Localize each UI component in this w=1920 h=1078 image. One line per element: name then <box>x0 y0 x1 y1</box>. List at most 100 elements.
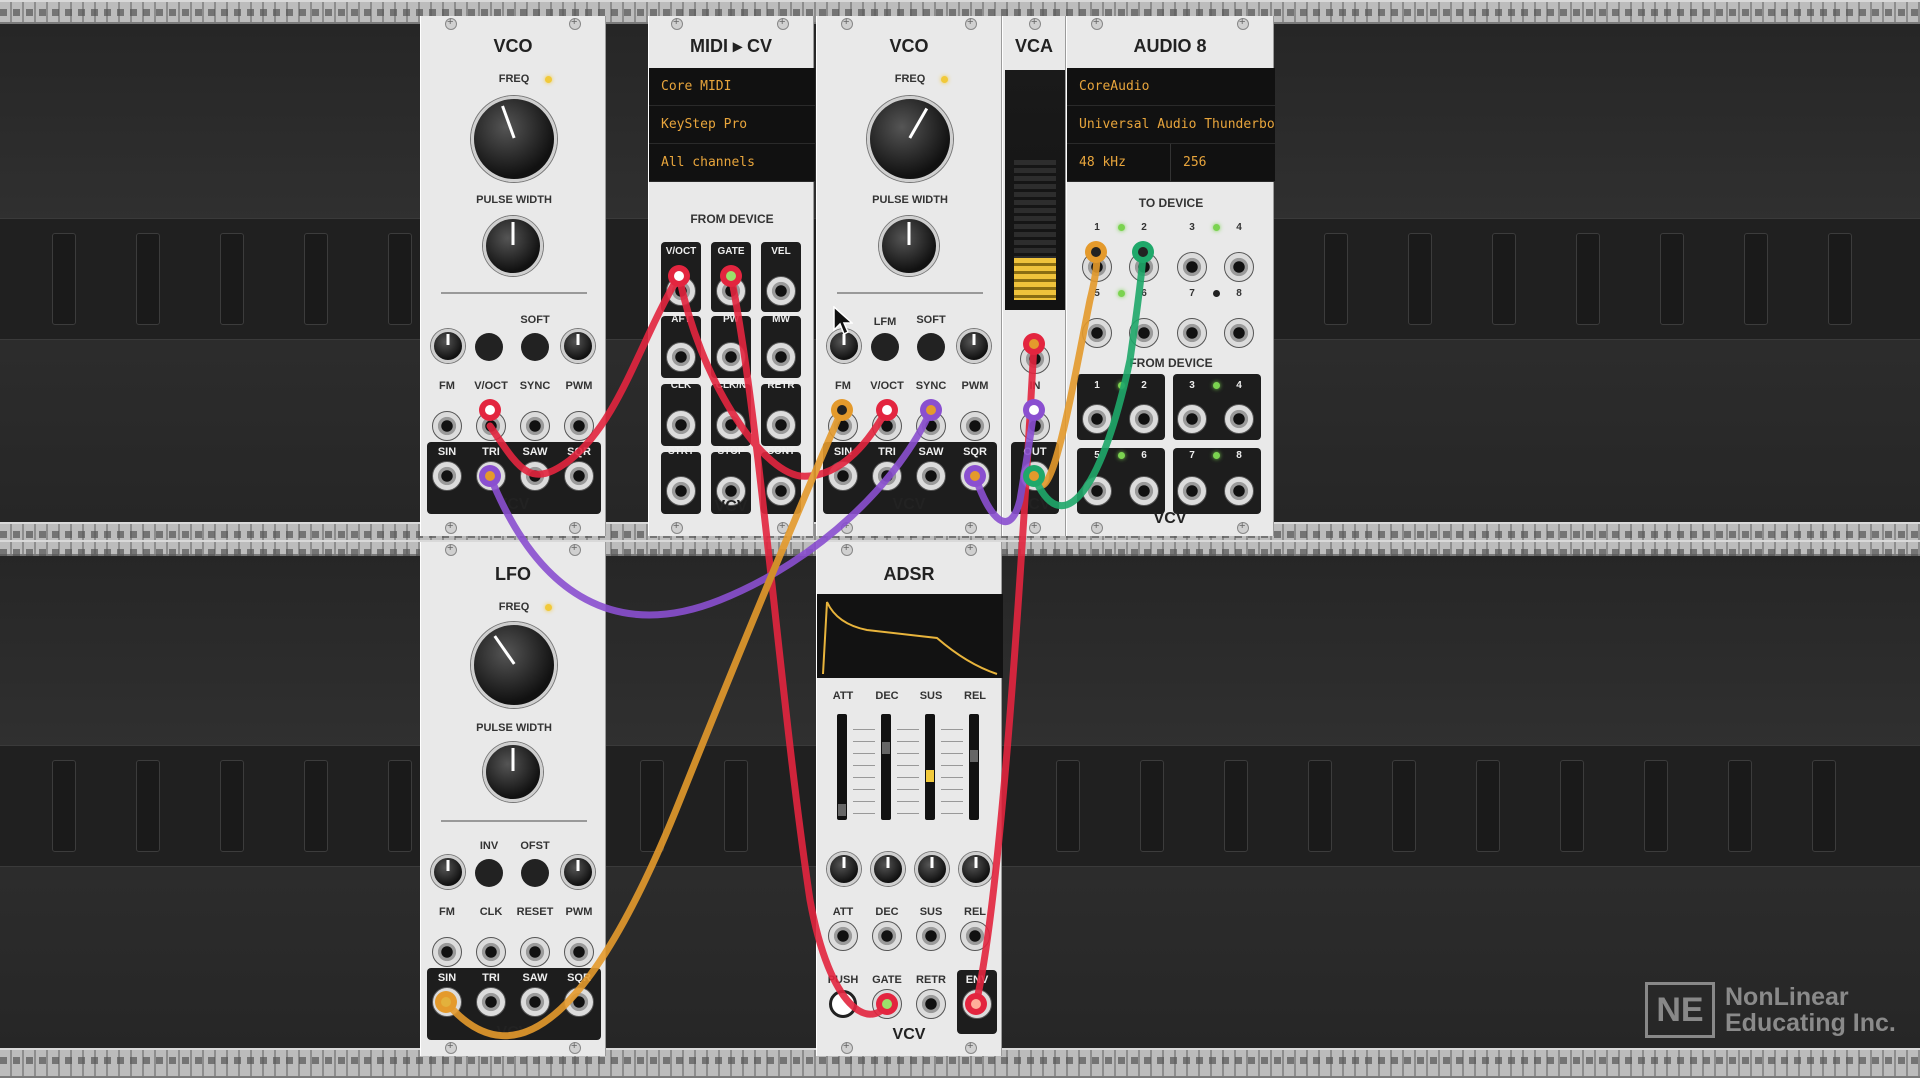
voct-input-jack[interactable] <box>872 411 902 441</box>
vel-output-jack[interactable] <box>766 276 796 306</box>
module-title: VCO <box>493 36 533 56</box>
input-label-sync: SYNC <box>915 380 947 392</box>
pulse-width-knob[interactable] <box>879 216 939 276</box>
vco-module-2[interactable]: VCO FREQ PULSE WIDTH LFM SOFT FM V/OCT S… <box>816 16 1002 536</box>
vca-module[interactable]: VCA IN OUT VCV <box>1002 16 1066 536</box>
audio-driver-select[interactable]: CoreAudio <box>1067 68 1275 106</box>
sync-input-jack[interactable] <box>520 411 550 441</box>
midi-device-select[interactable]: KeyStep Pro <box>649 106 815 144</box>
clk-output-jack[interactable] <box>666 410 696 440</box>
pwm-input-jack[interactable] <box>564 937 594 967</box>
block-size-select[interactable]: 256 <box>1171 144 1275 182</box>
aft-output-jack[interactable] <box>666 342 696 372</box>
fm-input-jack[interactable] <box>432 411 462 441</box>
to-device-jack-7[interactable] <box>1177 318 1207 348</box>
midi-cv-module[interactable]: MIDI ▸ CV Core MIDI KeyStep Pro All chan… <box>648 16 815 536</box>
saw-output-jack[interactable] <box>520 987 550 1017</box>
freq-knob[interactable] <box>471 622 557 708</box>
from-device-jack-8[interactable] <box>1224 476 1254 506</box>
freq-label: FREQ <box>498 601 530 613</box>
from-device-jack-7[interactable] <box>1177 476 1207 506</box>
rel-cv-knob[interactable] <box>959 852 993 886</box>
to-device-jack-2[interactable] <box>1129 252 1159 282</box>
to-device-jack-3[interactable] <box>1177 252 1207 282</box>
sqr-output-jack[interactable] <box>960 461 990 491</box>
sus-cv-jack[interactable] <box>916 921 946 951</box>
dec-cv-knob[interactable] <box>871 852 905 886</box>
clkn-output-jack[interactable] <box>716 410 746 440</box>
pwm-attenuator-knob[interactable] <box>561 329 595 363</box>
voct-output-jack[interactable] <box>666 276 696 306</box>
sqr-output-jack[interactable] <box>564 461 594 491</box>
fm-attenuator-knob[interactable] <box>431 855 465 889</box>
to-device-jack-6[interactable] <box>1129 318 1159 348</box>
att-cv-jack[interactable] <box>828 921 858 951</box>
vca-input-jack[interactable] <box>1020 411 1050 441</box>
freq-knob[interactable] <box>867 96 953 182</box>
saw-output-jack[interactable] <box>520 461 550 491</box>
output-label-sin: SIN <box>437 972 457 984</box>
fm-input-jack[interactable] <box>828 411 858 441</box>
from-device-jack-6[interactable] <box>1129 476 1159 506</box>
to-device-jack-1[interactable] <box>1082 252 1112 282</box>
tri-output-jack[interactable] <box>476 987 506 1017</box>
adsr-module[interactable]: ADSR ATT DEC SUS REL ATT DEC SUS REL PUS… <box>816 542 1003 1056</box>
from-device-jack-5[interactable] <box>1082 476 1112 506</box>
lfo-module[interactable]: LFO FREQ PULSE WIDTH INV OFST FM CLK RES… <box>420 542 606 1056</box>
reset-input-jack[interactable] <box>520 937 550 967</box>
audio-8-module[interactable]: AUDIO 8 CoreAudio Universal Audio Thunde… <box>1066 16 1275 536</box>
tri-output-jack[interactable] <box>476 461 506 491</box>
attack-slider[interactable] <box>837 714 847 820</box>
sin-output-jack[interactable] <box>432 461 462 491</box>
from-device-jack-3[interactable] <box>1177 404 1207 434</box>
dec-cv-jack[interactable] <box>872 921 902 951</box>
to-device-jack-8[interactable] <box>1224 318 1254 348</box>
sample-rate-select[interactable]: 48 kHz <box>1067 144 1171 182</box>
pulse-width-knob[interactable] <box>483 742 543 802</box>
to-device-jack-4[interactable] <box>1224 252 1254 282</box>
vca-cv-input-jack[interactable] <box>1020 344 1050 374</box>
rel-cv-jack[interactable] <box>960 921 990 951</box>
fm-input-jack[interactable] <box>432 937 462 967</box>
sin-output-jack[interactable] <box>828 461 858 491</box>
release-slider[interactable] <box>969 714 979 820</box>
gate-input-jack[interactable] <box>872 989 902 1019</box>
saw-output-jack[interactable] <box>916 461 946 491</box>
slider-label-att: ATT <box>832 690 854 702</box>
freq-knob[interactable] <box>471 96 557 182</box>
sync-input-jack[interactable] <box>916 411 946 441</box>
pw-output-jack[interactable] <box>716 342 746 372</box>
sus-cv-knob[interactable] <box>915 852 949 886</box>
retr-input-jack[interactable] <box>916 989 946 1019</box>
gate-output-jack[interactable] <box>716 276 746 306</box>
vca-level-meter[interactable] <box>1005 70 1065 310</box>
mouse-pointer-icon <box>833 306 853 336</box>
push-button[interactable] <box>829 990 857 1018</box>
midi-channel-select[interactable]: All channels <box>649 144 815 182</box>
pwm-input-jack[interactable] <box>564 411 594 441</box>
vca-output-jack[interactable] <box>1020 461 1050 491</box>
midi-driver-select[interactable]: Core MIDI <box>649 68 815 106</box>
sustain-slider[interactable] <box>925 714 935 820</box>
audio-device-select[interactable]: Universal Audio Thunderbolt <box>1067 106 1275 144</box>
pwm-input-jack[interactable] <box>960 411 990 441</box>
vco-module-1[interactable]: VCO FREQ PULSE WIDTH LFM SOFT FM V/OCT S… <box>420 16 606 536</box>
fm-attenuator-knob[interactable] <box>431 329 465 363</box>
from-device-jack-2[interactable] <box>1129 404 1159 434</box>
pulse-width-knob[interactable] <box>483 216 543 276</box>
sin-output-jack[interactable] <box>432 987 462 1017</box>
to-device-jack-5[interactable] <box>1082 318 1112 348</box>
tri-output-jack[interactable] <box>872 461 902 491</box>
pwm-attenuator-knob[interactable] <box>957 329 991 363</box>
sqr-output-jack[interactable] <box>564 987 594 1017</box>
env-output-jack[interactable] <box>962 989 992 1019</box>
retr-output-jack[interactable] <box>766 410 796 440</box>
decay-slider[interactable] <box>881 714 891 820</box>
from-device-jack-1[interactable] <box>1082 404 1112 434</box>
pwm-attenuator-knob[interactable] <box>561 855 595 889</box>
voct-input-jack[interactable] <box>476 411 506 441</box>
from-device-jack-4[interactable] <box>1224 404 1254 434</box>
att-cv-knob[interactable] <box>827 852 861 886</box>
mw-output-jack[interactable] <box>766 342 796 372</box>
clk-input-jack[interactable] <box>476 937 506 967</box>
